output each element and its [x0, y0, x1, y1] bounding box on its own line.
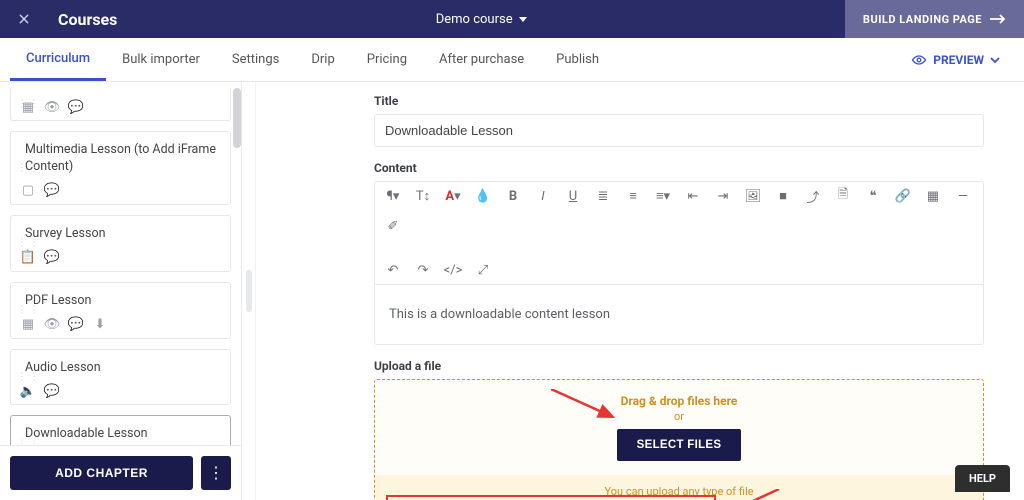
file-icon[interactable]: 🗎	[835, 188, 851, 204]
lesson-title-input[interactable]	[374, 114, 984, 147]
indent-icon[interactable]: ⇥	[715, 188, 731, 204]
lesson-sidebar: ⋮⋮ ▦ 👁 💬 ⋮⋮ Multimedia Lesson (to Add iF…	[0, 82, 242, 500]
bullet-list-icon[interactable]: ≣	[595, 188, 611, 204]
paragraph-format-icon[interactable]: ¶▾	[385, 188, 401, 204]
drag-drop-text: Drag & drop files here	[375, 394, 983, 408]
font-size-icon[interactable]: T↕	[415, 188, 431, 204]
comments-icon[interactable]: 💬	[69, 318, 83, 332]
download-icon[interactable]: ⬇	[93, 318, 107, 332]
underline-icon[interactable]: U	[565, 188, 581, 204]
rich-text-editor: ¶▾ T↕ A▾ 💧 B I U ≣ ≡ ≡▾ ⇤ ⇥ 🖼 ■ ⤴ 🗎 ❝ 🔗 …	[374, 181, 984, 345]
upload-label: Upload a file	[374, 359, 984, 373]
comments-icon[interactable]: 💬	[45, 384, 59, 398]
top-header: Courses Demo course BUILD LANDING PAGE	[0, 0, 1024, 38]
build-landing-page-button[interactable]: BUILD LANDING PAGE	[845, 0, 1024, 38]
clipboard-icon: 📋	[21, 251, 35, 265]
table-icon[interactable]: ▦	[925, 188, 941, 204]
upload-dropzone[interactable]: Drag & drop files here or SELECT FILES Y…	[374, 379, 984, 500]
eye-icon[interactable]: 👁	[45, 100, 59, 114]
chevron-down-icon	[990, 57, 1000, 63]
link-icon[interactable]: 🔗	[895, 188, 911, 204]
header-title: Courses	[48, 10, 117, 29]
audio-icon: 🔈	[21, 384, 35, 398]
tab-settings[interactable]: Settings	[216, 38, 295, 81]
help-widget[interactable]: HELP	[955, 465, 1010, 492]
tab-bulk-importer[interactable]: Bulk importer	[106, 38, 216, 81]
outdent-icon[interactable]: ⇤	[685, 188, 701, 204]
editor-toolbar: ¶▾ T↕ A▾ 💧 B I U ≣ ≡ ≡▾ ⇤ ⇥ 🖼 ■ ⤴ 🗎 ❝ 🔗 …	[375, 182, 983, 285]
editor-content[interactable]: This is a downloadable content lesson	[375, 285, 983, 344]
content-label: Content	[374, 161, 984, 175]
close-button[interactable]	[0, 0, 48, 38]
lesson-item[interactable]: ⋮⋮ ▦ 👁 💬	[10, 88, 231, 121]
code-view-icon[interactable]: </>	[445, 262, 461, 278]
select-files-button[interactable]: SELECT FILES	[617, 429, 742, 461]
image-icon[interactable]: 🖼	[745, 188, 761, 204]
doc-icon: ▦	[21, 318, 35, 332]
eye-icon[interactable]: 👁	[45, 318, 59, 332]
drag-handle-icon[interactable]: ⋮⋮	[17, 308, 41, 313]
clear-format-icon[interactable]: ✐	[385, 218, 401, 234]
comments-icon[interactable]: 💬	[69, 100, 83, 114]
scrollbar[interactable]	[233, 88, 241, 148]
lesson-item-multimedia[interactable]: ⋮⋮ Multimedia Lesson (to Add iFrame Cont…	[10, 131, 231, 205]
media-icon: ▢	[21, 184, 35, 198]
quote-icon[interactable]: ❝	[865, 188, 881, 204]
resize-handle[interactable]	[242, 82, 256, 500]
tab-curriculum[interactable]: Curriculum	[10, 38, 106, 81]
lesson-item-audio[interactable]: ⋮⋮ Audio Lesson 🔈 💬	[10, 349, 231, 406]
lesson-editor: Title Content ¶▾ T↕ A▾ 💧 B I U ≣ ≡ ≡▾ ⇤ …	[256, 82, 1024, 500]
lesson-item-downloadable[interactable]: ⋮⋮ Downloadable Lesson ☁ 👁 💬	[10, 415, 231, 445]
text-color-icon[interactable]: A▾	[445, 188, 461, 204]
video-icon[interactable]: ■	[775, 188, 791, 204]
tab-bar: Curriculum Bulk importer Settings Drip P…	[0, 38, 1024, 82]
comments-icon[interactable]: 💬	[45, 184, 59, 198]
course-switcher[interactable]: Demo course	[436, 12, 527, 27]
ordered-list-icon[interactable]: ≡	[625, 188, 641, 204]
title-label: Title	[374, 94, 984, 108]
add-chapter-button[interactable]: ADD CHAPTER	[10, 456, 193, 490]
caret-down-icon	[519, 17, 527, 22]
comments-icon[interactable]: 💬	[45, 251, 59, 265]
tab-publish[interactable]: Publish	[540, 38, 615, 81]
redo-icon[interactable]: ↷	[415, 262, 431, 278]
drag-handle-icon[interactable]: ⋮⋮	[17, 102, 41, 107]
upload-icon[interactable]: ⤴	[805, 188, 821, 204]
align-icon[interactable]: ≡▾	[655, 188, 671, 204]
drag-handle-icon[interactable]: ⋮⋮	[17, 374, 41, 379]
course-name: Demo course	[436, 12, 513, 27]
undo-icon[interactable]: ↶	[385, 262, 401, 278]
lesson-item-survey[interactable]: ⋮⋮ Survey Lesson 📋 💬	[10, 215, 231, 272]
upload-hint: You can upload any type of file	[375, 475, 983, 500]
tab-after-purchase[interactable]: After purchase	[423, 38, 540, 81]
tab-drip[interactable]: Drip	[295, 38, 350, 81]
fullscreen-icon[interactable]: ⤢	[475, 262, 491, 278]
tab-pricing[interactable]: Pricing	[351, 38, 423, 81]
or-text: or	[375, 410, 983, 423]
preview-button[interactable]: PREVIEW	[887, 38, 1024, 81]
drag-handle-icon[interactable]: ⋮⋮	[17, 241, 41, 246]
bold-icon[interactable]: B	[505, 188, 521, 204]
hr-icon[interactable]: —	[955, 188, 971, 204]
drag-handle-icon[interactable]: ⋮⋮	[17, 165, 41, 170]
lesson-item-pdf[interactable]: ⋮⋮ PDF Lesson ▦ 👁 💬 ⬇	[10, 282, 231, 339]
eye-icon	[911, 55, 927, 65]
background-color-icon[interactable]: 💧	[475, 188, 491, 204]
italic-icon[interactable]: I	[535, 188, 551, 204]
chapter-actions-menu[interactable]: ⋮	[201, 456, 231, 490]
drag-handle-icon[interactable]: ⋮⋮	[17, 441, 41, 445]
arrow-right-icon	[990, 14, 1006, 24]
